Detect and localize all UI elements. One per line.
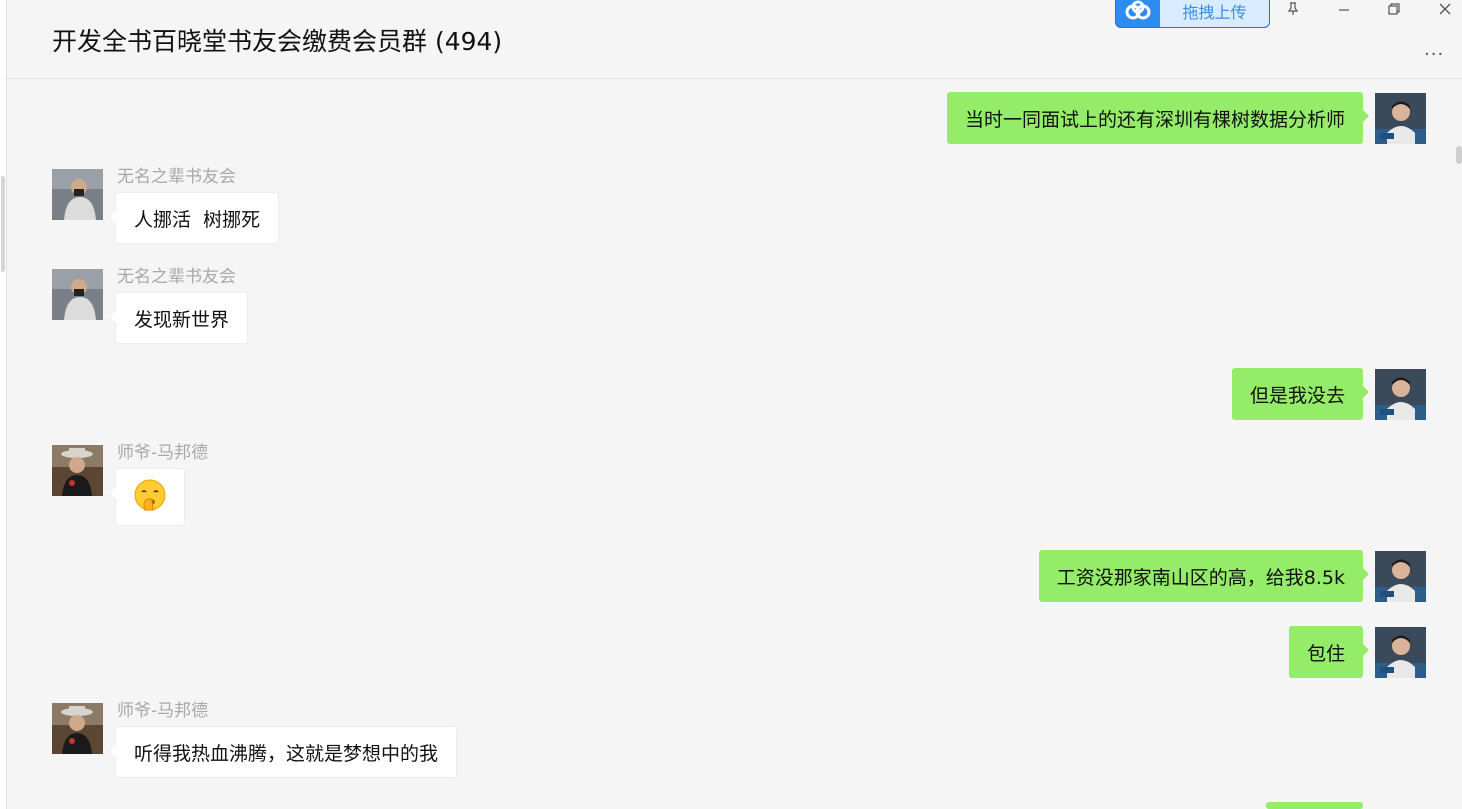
- my-avatar[interactable]: [1375, 802, 1426, 809]
- avatar-shiye-mabangde[interactable]: [52, 445, 103, 496]
- outgoing-message[interactable]: 包住: [1288, 626, 1370, 678]
- incoming-message[interactable]: [110, 468, 185, 526]
- my-avatar[interactable]: [1375, 627, 1426, 678]
- outgoing-message[interactable]: 工资没那家南山区的高，给我8.5k: [1038, 550, 1370, 602]
- incoming-message[interactable]: 发现新世界: [109, 292, 249, 344]
- shushing-face-icon: [132, 477, 168, 518]
- cloud-upload-icon: [1116, 0, 1160, 27]
- message-text: 人挪活 树挪死: [134, 208, 261, 231]
- sender-name: 无名之辈书友会: [117, 267, 236, 287]
- outgoing-message-partial[interactable]: [1266, 802, 1363, 809]
- avatar-wumingzhibei[interactable]: [52, 269, 103, 320]
- incoming-message[interactable]: 人挪活 树挪死: [109, 192, 280, 244]
- my-avatar[interactable]: [1375, 551, 1426, 602]
- pin-icon[interactable]: [1278, 0, 1308, 18]
- sender-name: 师爷-马邦德: [117, 443, 209, 463]
- message-text: 听得我热血沸腾，这就是梦想中的我: [134, 742, 439, 765]
- message-text: 工资没那家南山区的高，给我8.5k: [1056, 566, 1345, 589]
- drag-upload-label: 拖拽上传: [1160, 0, 1269, 27]
- message-text: 但是我没去: [1249, 384, 1345, 407]
- sender-name: 师爷-马邦德: [117, 701, 209, 721]
- left-panel-edge: [0, 0, 7, 809]
- minimize-icon[interactable]: [1329, 0, 1359, 18]
- outgoing-message[interactable]: 但是我没去: [1231, 368, 1370, 420]
- my-avatar[interactable]: [1375, 369, 1426, 420]
- left-panel-scrollbar[interactable]: [1, 176, 5, 272]
- sender-name: 无名之辈书友会: [117, 167, 236, 187]
- message-text: 当时一同面试上的还有深圳有棵树数据分析师: [964, 108, 1345, 131]
- message-text: 发现新世界: [134, 308, 230, 331]
- chat-title: 开发全书百晓堂书友会缴费会员群 (494): [52, 27, 503, 56]
- close-icon[interactable]: [1430, 0, 1460, 18]
- restore-icon[interactable]: [1379, 0, 1409, 18]
- drag-upload-button[interactable]: 拖拽上传: [1115, 0, 1270, 28]
- avatar-wumingzhibei[interactable]: [52, 169, 103, 220]
- more-options-icon[interactable]: ···: [1424, 44, 1444, 65]
- chat-header: 开发全书百晓堂书友会缴费会员群 (494) 拖拽上传 ···: [7, 0, 1462, 79]
- incoming-message[interactable]: 听得我热血沸腾，这就是梦想中的我: [109, 726, 458, 778]
- chat-window: 开发全书百晓堂书友会缴费会员群 (494) 拖拽上传 ··· 当时一同面试上的还…: [0, 0, 1462, 809]
- avatar-shiye-mabangde[interactable]: [52, 703, 103, 754]
- my-avatar[interactable]: [1375, 93, 1426, 144]
- message-text: 包住: [1306, 642, 1345, 665]
- outgoing-message[interactable]: 当时一同面试上的还有深圳有棵树数据分析师: [946, 92, 1370, 144]
- chat-scrollbar[interactable]: [1456, 146, 1462, 164]
